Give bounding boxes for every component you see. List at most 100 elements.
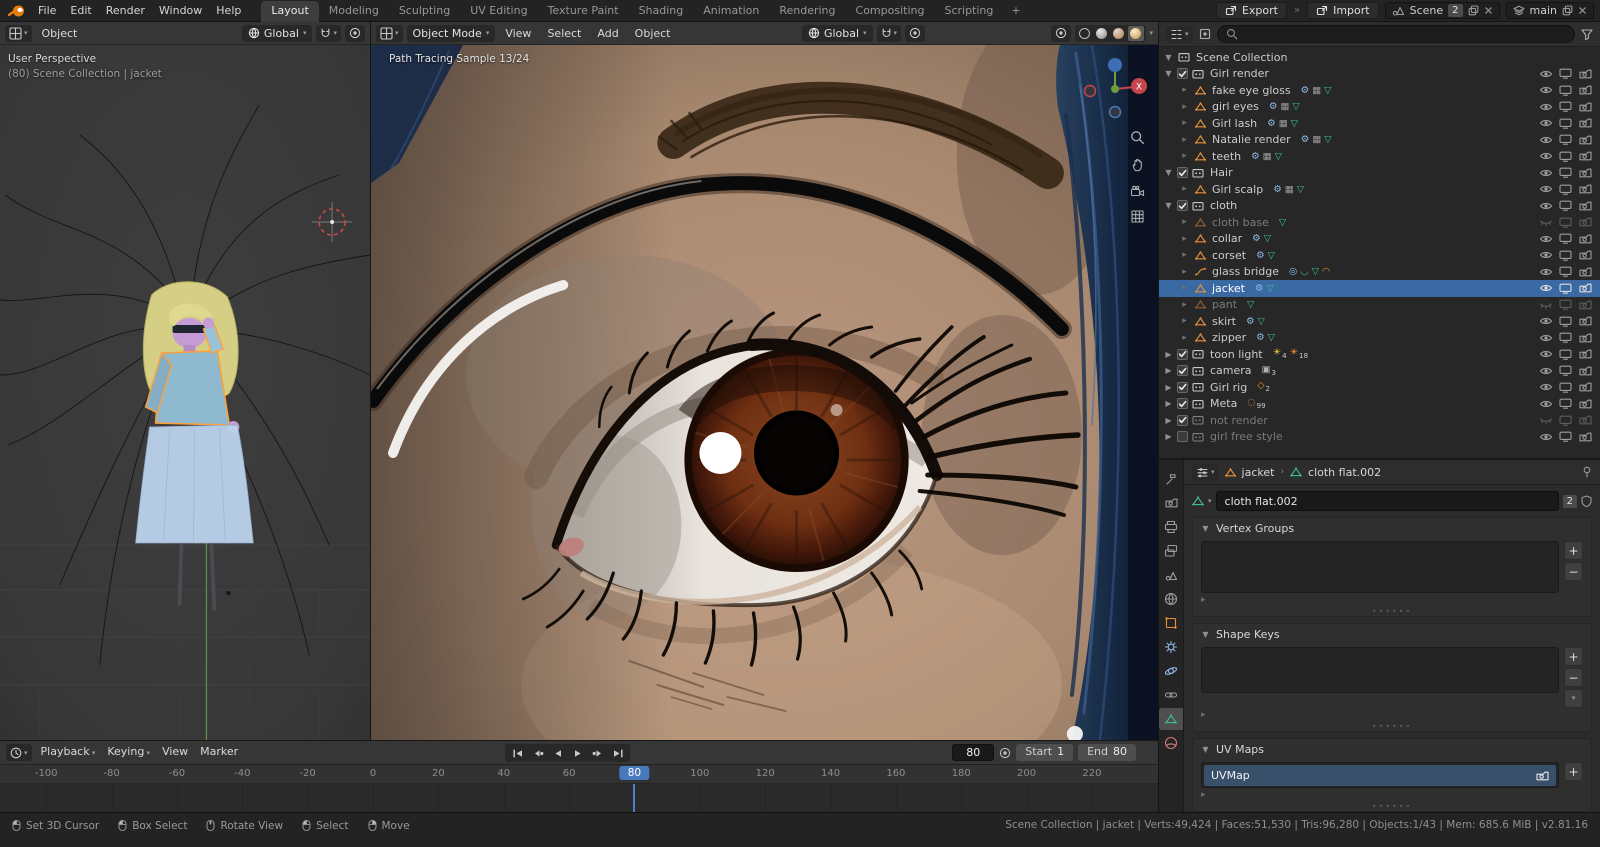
disable-render-toggle[interactable] [1577,85,1594,95]
disclosure-icon[interactable]: ▸ [1179,118,1190,128]
editor-type-button[interactable]: ▾ [376,24,403,42]
jump-to-end-button[interactable] [608,745,627,761]
subpanel-expand-icon[interactable]: ▸ [1193,790,1591,802]
disable-render-toggle[interactable] [1577,432,1594,442]
workspace-tab-uv-editing[interactable]: UV Editing [460,1,537,22]
hide-viewport-toggle[interactable] [1537,349,1554,359]
workspace-tab-animation[interactable]: Animation [693,1,769,22]
outliner-row-girl-rig[interactable]: ▶ Girl rig ◇2 [1159,379,1600,396]
disable-viewports-toggle[interactable] [1557,217,1574,228]
mesh-data-browse-icon[interactable] [1192,496,1204,506]
menu-help[interactable]: Help [209,1,248,21]
export-button[interactable]: Export [1215,2,1287,19]
disable-viewports-toggle[interactable] [1557,184,1574,195]
transform-orientation-select[interactable]: Global ▾ [241,24,313,42]
disable-render-toggle[interactable] [1577,349,1594,359]
disable-viewports-toggle[interactable] [1557,365,1574,376]
disable-viewports-toggle[interactable] [1557,68,1574,79]
disclosure-icon[interactable]: ▼ [1163,201,1174,210]
collection-checkbox[interactable] [1177,167,1188,179]
copy-scene-icon[interactable] [1468,5,1479,16]
disable-viewports-toggle[interactable] [1557,101,1574,112]
disable-render-toggle[interactable] [1577,415,1594,425]
disable-viewports-toggle[interactable] [1557,233,1574,244]
menu-view[interactable]: View [499,23,537,44]
properties-tab-tool[interactable] [1159,468,1183,490]
jump-to-start-button[interactable] [508,745,527,761]
blender-logo-icon[interactable] [8,4,25,18]
properties-tab-output[interactable] [1159,516,1183,538]
collection-checkbox[interactable] [1177,398,1188,410]
panel-resize-grip[interactable]: •••••• [1193,722,1591,731]
disable-viewports-toggle[interactable] [1557,151,1574,162]
disable-viewports-toggle[interactable] [1557,349,1574,360]
disclosure-icon[interactable]: ▸ [1179,151,1190,161]
properties-tab-world[interactable] [1159,588,1183,610]
outliner-row-pant[interactable]: ▸ pant ▽ [1159,297,1600,314]
collection-checkbox[interactable] [1177,365,1188,377]
outliner-editor-type-button[interactable]: ▾ [1166,25,1193,43]
hide-viewport-toggle[interactable] [1537,399,1554,409]
datablock-users-count[interactable]: 2 [1562,494,1577,508]
outliner-row-skirt[interactable]: ▸ skirt ⚙ ▽ [1159,313,1600,330]
hide-viewport-toggle[interactable] [1537,135,1554,145]
disable-render-toggle[interactable] [1577,382,1594,392]
zoom-icon[interactable] [1130,130,1145,145]
playhead-line[interactable] [633,784,636,812]
timeline-menu-playback[interactable]: Playback ▾ [35,741,102,764]
hide-viewport-toggle[interactable] [1537,366,1554,376]
hide-viewport-toggle[interactable] [1537,201,1554,211]
outliner-row-hair[interactable]: ▼ Hair [1159,165,1600,182]
play-reverse-button[interactable] [548,745,567,761]
panel-resize-grip[interactable]: •••••• [1193,802,1591,811]
collection-checkbox[interactable] [1177,348,1188,360]
main-viewport-canvas[interactable] [371,45,1158,740]
shape-keys-list[interactable] [1201,647,1559,693]
outliner-search-input[interactable] [1216,25,1575,43]
collection-checkbox[interactable] [1177,431,1188,443]
timeline-menu-view[interactable]: View [156,741,194,764]
disclosure-icon[interactable]: ▶ [1163,416,1174,425]
disclosure-icon[interactable]: ▸ [1179,300,1190,310]
scene-users-count[interactable]: 2 [1448,4,1463,17]
outliner-row-not-render[interactable]: ▶ not render [1159,412,1600,429]
outliner-row-scene-collection[interactable]: ▼ Scene Collection [1159,49,1600,66]
add-workspace-tab[interactable]: + [1004,1,1027,21]
disable-viewports-toggle[interactable] [1557,85,1574,96]
disable-viewports-toggle[interactable] [1557,266,1574,277]
display-mode-icon[interactable] [1199,28,1211,40]
disable-render-toggle[interactable] [1577,69,1594,79]
timeline-menu-marker[interactable]: Marker [194,741,244,764]
menu-render[interactable]: Render [99,1,152,21]
properties-tab-material[interactable] [1159,732,1183,754]
pin-icon[interactable] [1582,466,1592,478]
shading-wireframe-button[interactable] [1077,26,1093,41]
collection-checkbox[interactable] [1177,68,1188,80]
shading-dropdown-icon[interactable]: ▾ [1150,29,1154,37]
properties-tab-object-data[interactable] [1159,708,1183,730]
remove-vertex-group-button[interactable]: − [1564,562,1583,581]
outliner-row-girl-lash[interactable]: ▸ Girl lash ⚙ ▦ ▽ [1159,115,1600,132]
play-button[interactable] [568,745,587,761]
hide-viewport-toggle[interactable] [1537,85,1554,95]
playhead-frame-badge[interactable]: 80 [619,766,650,780]
timeline-menu-keying[interactable]: Keying ▾ [101,741,156,764]
outliner-row-glass-bridge[interactable]: ▸ glass bridge ◎ ◡ ▽ ◠ [1159,264,1600,281]
orthographic-grid-icon[interactable] [1130,210,1145,223]
disable-viewports-toggle[interactable] [1557,167,1574,178]
disable-render-toggle[interactable] [1577,184,1594,194]
navigation-gizmo[interactable]: X [1080,54,1150,124]
properties-tab-scene[interactable] [1159,564,1183,586]
panel-resize-grip[interactable]: •••••• [1193,607,1591,616]
subpanel-expand-icon[interactable]: ▸ [1193,595,1591,607]
workspace-tab-scripting[interactable]: Scripting [934,1,1003,22]
shading-rendered-button[interactable] [1127,25,1144,41]
hide-viewport-toggle[interactable] [1537,382,1554,392]
disable-viewports-toggle[interactable] [1557,316,1574,327]
outliner-row-girl-free-style[interactable]: ▶ girl free style [1159,429,1600,446]
hide-viewport-toggle[interactable] [1537,267,1554,277]
disclosure-icon[interactable]: ▸ [1179,217,1190,227]
hide-viewport-toggle[interactable] [1537,432,1554,442]
disclosure-icon[interactable]: ▶ [1163,366,1174,375]
shape-key-specials-button[interactable]: ▾ [1564,689,1583,708]
